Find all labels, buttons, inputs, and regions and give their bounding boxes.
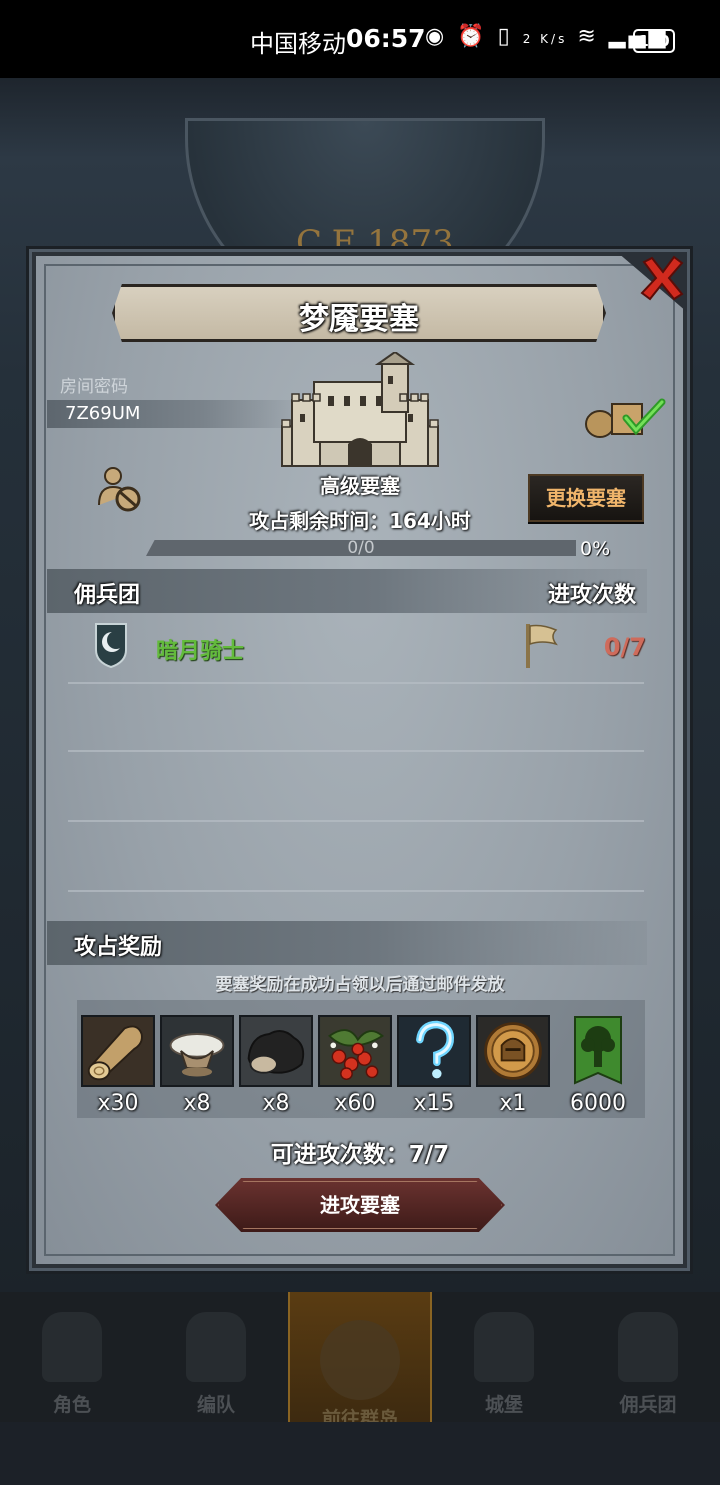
reward-item[interactable]: x15 <box>396 1015 472 1116</box>
nav-label: 佣兵团 <box>619 1394 677 1416</box>
banner-icon <box>618 1312 678 1382</box>
nav-label: 角色 <box>52 1394 91 1416</box>
carrier-name: 中国移动 <box>250 30 346 58</box>
helmet-icon <box>186 1312 246 1382</box>
reward-header: 攻占奖励 <box>74 935 163 960</box>
compass-map-icon <box>320 1320 400 1400</box>
dialog-title: 梦魇要塞 <box>299 302 419 337</box>
alarm-icon: ⏰ <box>457 24 488 49</box>
reward-qty: x60 <box>334 1091 376 1116</box>
reward-slot <box>397 1015 471 1087</box>
change-fortress-label: 更换要塞 <box>546 486 626 510</box>
reward-item[interactable]: x60 <box>317 1015 393 1116</box>
reward-qty: x30 <box>97 1091 139 1116</box>
eye-icon: ◉ <box>425 24 448 49</box>
nav-item-formation[interactable]: 编队 <box>144 1292 288 1422</box>
reward-item[interactable]: x8 <box>159 1015 235 1116</box>
net-speed: 2 K/s <box>522 32 568 46</box>
reward-qty: x8 <box>183 1091 211 1116</box>
reward-qty: x15 <box>413 1091 455 1116</box>
nav-item-mercenaries[interactable]: 佣兵团 <box>576 1292 720 1422</box>
capture-progress-percent: 0% <box>580 538 611 560</box>
capture-time-remaining: 攻占剩余时间：164小时 <box>249 509 471 533</box>
mercenary-attack-count: 0/7 <box>603 633 646 661</box>
knight-helmet-coin-icon <box>478 1017 548 1085</box>
mystery-question-icon <box>399 1017 469 1085</box>
close-icon <box>640 255 684 301</box>
reward-slot <box>561 1015 635 1087</box>
row-divider <box>68 820 644 822</box>
tree-banner-icon <box>574 1016 622 1085</box>
berries-icon <box>320 1017 390 1085</box>
nav-label: 编队 <box>196 1394 235 1416</box>
reward-item[interactable]: x8 <box>238 1015 314 1116</box>
status-bar: 中国移动 06:57 ◉ ⏰ ▯ 2 K/s ≋ ▂▄▆ 100 <box>0 0 720 78</box>
ore-stone-icon <box>241 1017 311 1085</box>
salt-dish-icon <box>162 1017 232 1085</box>
attack-button-label: 进攻要塞 <box>320 1193 400 1217</box>
reward-qty: x1 <box>499 1091 527 1116</box>
vibrate-icon: ▯ <box>497 24 513 49</box>
nav-label: 城堡 <box>484 1394 523 1416</box>
knight-icon <box>42 1312 102 1382</box>
flag-icon <box>526 624 558 668</box>
status-time: 06:57 <box>346 24 426 53</box>
reward-slot <box>318 1015 392 1087</box>
battery-indicator: 100 <box>633 29 675 53</box>
change-fortress-button[interactable]: 更换要塞 <box>528 474 644 522</box>
fortress-icon <box>281 352 439 467</box>
reward-slot <box>81 1015 155 1087</box>
fortress-type: 高级要塞 <box>320 474 400 498</box>
room-code-label: 房间密码 <box>60 377 128 397</box>
reward-qty: x8 <box>262 1091 290 1116</box>
reward-note: 要塞奖励在成功占领以后通过邮件发放 <box>215 975 505 995</box>
reward-slot <box>160 1015 234 1087</box>
nav-item-character[interactable]: 角色 <box>0 1292 144 1422</box>
reward-item[interactable]: x1 <box>475 1015 551 1116</box>
reward-item[interactable]: x30 <box>80 1015 156 1116</box>
row-divider <box>68 890 644 892</box>
reward-slot <box>476 1015 550 1087</box>
attacks-available: 可进攻次数：7/7 <box>270 1142 450 1168</box>
close-button[interactable] <box>636 252 688 304</box>
nav-item-islands[interactable]: 前往群岛 <box>288 1292 432 1430</box>
wood-log-icon <box>83 1017 153 1085</box>
mercenary-header: 佣兵团 <box>74 583 141 608</box>
capture-progress-text: 0/0 <box>347 538 375 558</box>
reward-slot <box>239 1015 313 1087</box>
reward-item[interactable]: 6000 <box>560 1015 636 1116</box>
loot-bags-check-icon <box>585 398 666 438</box>
system-nav-area <box>0 1422 720 1485</box>
row-divider <box>68 682 644 684</box>
mercenary-name[interactable]: 暗月骑士 <box>156 633 244 665</box>
castle-icon <box>474 1312 534 1382</box>
bottom-navigation: 角色 编队 前往群岛 城堡 佣兵团 <box>0 1292 720 1430</box>
reward-qty: 6000 <box>570 1091 626 1116</box>
nav-item-castle[interactable]: 城堡 <box>432 1292 576 1422</box>
crescent-shield-icon <box>95 623 127 668</box>
room-code-value: 7Z69UM <box>65 403 141 424</box>
attacks-header: 进攻次数 <box>548 583 637 608</box>
row-divider <box>68 750 644 752</box>
status-icons: ◉ ⏰ ▯ 2 K/s ≋ ▂▄▆ <box>425 24 669 49</box>
wifi-icon: ≋ <box>577 24 599 49</box>
attack-fortress-button[interactable]: 进攻要塞 <box>215 1178 505 1232</box>
user-blocked-icon <box>98 467 141 512</box>
